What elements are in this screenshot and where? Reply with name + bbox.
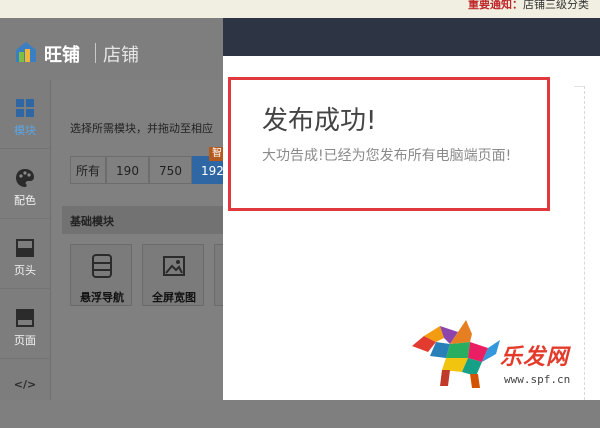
notice-message: 店铺三级分类: [523, 0, 589, 11]
grid-icon: [16, 99, 34, 117]
nav-item-code[interactable]: </>: [0, 360, 50, 428]
modal-guide-dashes: [584, 86, 585, 400]
brand-sub: 店铺: [103, 45, 139, 66]
tab-190[interactable]: 190: [106, 156, 149, 184]
page-header-icon: [16, 239, 34, 257]
nav-label: 页面: [14, 334, 36, 347]
palette-icon: [16, 169, 34, 187]
success-title: 发布成功!: [262, 106, 377, 136]
module-fullscreen-image[interactable]: 全屏宽图: [142, 244, 204, 306]
modal-header: [223, 18, 600, 56]
notice-text[interactable]: 重要通知：店铺三级分类: [468, 0, 589, 10]
module-instruction: 选择所需模块，并拖动至相应: [70, 122, 213, 135]
watermark-url: www.spf.cn: [504, 373, 571, 386]
tab-750[interactable]: 750: [149, 156, 192, 184]
brand-name: 旺铺: [44, 45, 80, 66]
success-description: 大功告成!已经为您发布所有电脑端页面!: [262, 148, 512, 164]
shop-logo-icon: [16, 42, 36, 62]
floating-nav-icon: [92, 254, 112, 278]
module-label: 全屏宽图: [152, 291, 196, 304]
module-floating-nav[interactable]: 悬浮导航: [70, 244, 132, 306]
nav-label: 配色: [14, 194, 36, 207]
nav-label: 页头: [14, 264, 36, 277]
nav-item-modules[interactable]: 模块: [0, 80, 50, 149]
nav-item-page-header[interactable]: 页头: [0, 220, 50, 289]
modal-guide-line: [574, 86, 584, 87]
notice-label: 重要通知：: [468, 0, 523, 11]
bull-logo-icon: [412, 320, 500, 388]
tab-all[interactable]: 所有: [70, 156, 106, 184]
brand-divider: [95, 43, 96, 63]
module-label: 悬浮导航: [80, 291, 124, 304]
code-icon: </>: [13, 378, 37, 391]
success-highlight-box: [228, 77, 550, 211]
nav-label: 模块: [14, 124, 36, 137]
section-title: 基础模块: [70, 215, 114, 228]
page-icon: [16, 309, 34, 327]
watermark-text: 乐发网: [500, 345, 570, 370]
image-icon: [163, 256, 185, 276]
nav-item-page[interactable]: 页面: [0, 290, 50, 359]
nav-item-colors[interactable]: 配色: [0, 150, 50, 219]
